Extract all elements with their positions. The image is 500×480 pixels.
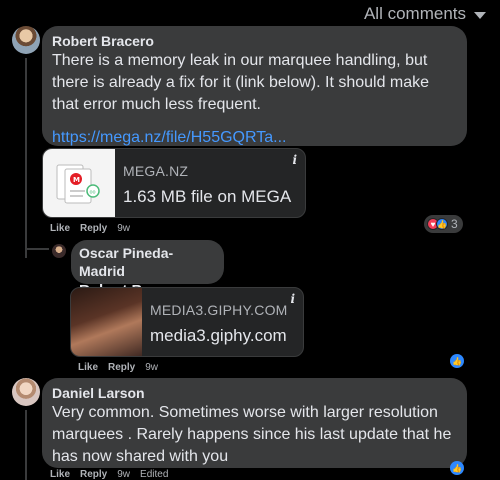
reply-button[interactable]: Reply (80, 469, 107, 480)
svg-text:M: M (73, 176, 80, 184)
avatar[interactable] (52, 244, 66, 258)
comment-text: Very common. Sometimes worse with larger… (52, 404, 452, 465)
preview-meta: MEDIA3.GIPHY.COM media3.giphy.com (142, 288, 298, 356)
comment-author[interactable]: Daniel Larson (52, 384, 457, 402)
timestamp[interactable]: 9w (117, 223, 130, 234)
like-icon[interactable]: 👍 (450, 354, 464, 368)
reply-button[interactable]: Reply (80, 223, 107, 234)
comment-author[interactable]: Oscar Pineda-Madrid (79, 244, 216, 280)
reaction-summary[interactable]: ♥ 👍 3 (424, 215, 463, 233)
comment-text: There is a memory leak in our marquee ha… (52, 52, 430, 113)
preview-domain: MEGA.NZ (123, 163, 189, 179)
preview-title: media3.giphy.com (150, 326, 287, 345)
comment-actions: Like Reply 9w Edited (50, 469, 168, 480)
giphy-thumbnail (71, 288, 142, 356)
comment-bubble: Robert Bracero There is a memory leak in… (42, 26, 467, 146)
timestamp[interactable]: 9w (145, 362, 158, 373)
comment-filter-label: All comments (363, 4, 466, 23)
reply-button[interactable]: Reply (108, 362, 135, 373)
like-icon[interactable]: 👍 (450, 461, 464, 475)
comment-actions: Like Reply 9w (78, 362, 158, 373)
preview-domain: MEDIA3.GIPHY.COM (150, 302, 288, 318)
thread-line (25, 58, 27, 258)
like-button[interactable]: Like (78, 362, 98, 373)
timestamp[interactable]: 9w (117, 469, 130, 480)
avatar[interactable] (12, 378, 40, 406)
comment-bubble: Daniel Larson Very common. Sometimes wor… (42, 378, 467, 468)
comment-link[interactable]: https://mega.nz/file/H55GQRTa... (52, 128, 457, 148)
like-icon: 👍 (436, 218, 448, 230)
mega-thumbnail: M oo (43, 149, 115, 217)
svg-text:oo: oo (90, 190, 96, 196)
file-icon: M oo (56, 164, 100, 204)
thread-line (25, 410, 27, 480)
info-icon[interactable]: i (290, 292, 295, 306)
comment-author[interactable]: Robert Bracero (52, 32, 457, 50)
edited-label: Edited (140, 469, 169, 480)
link-preview-card[interactable]: MEDIA3.GIPHY.COM media3.giphy.com i (70, 287, 304, 357)
avatar[interactable] (12, 26, 40, 54)
like-button[interactable]: Like (50, 223, 70, 234)
like-button[interactable]: Like (50, 469, 70, 480)
comment-filter-dropdown[interactable]: All comments (364, 4, 486, 24)
chevron-down-icon (474, 11, 486, 19)
preview-title: 1.63 MB file on MEGA (123, 187, 292, 206)
link-preview-card[interactable]: M oo MEGA.NZ 1.63 MB file on MEGA i (42, 148, 306, 218)
reply-connector (25, 248, 49, 250)
preview-meta: MEGA.NZ 1.63 MB file on MEGA (115, 149, 301, 217)
info-icon[interactable]: i (292, 153, 297, 167)
comment-bubble: Oscar Pineda-Madrid Robert Bracero (71, 240, 224, 299)
reaction-count: 3 (451, 217, 458, 231)
comment-actions: Like Reply 9w (50, 223, 130, 234)
